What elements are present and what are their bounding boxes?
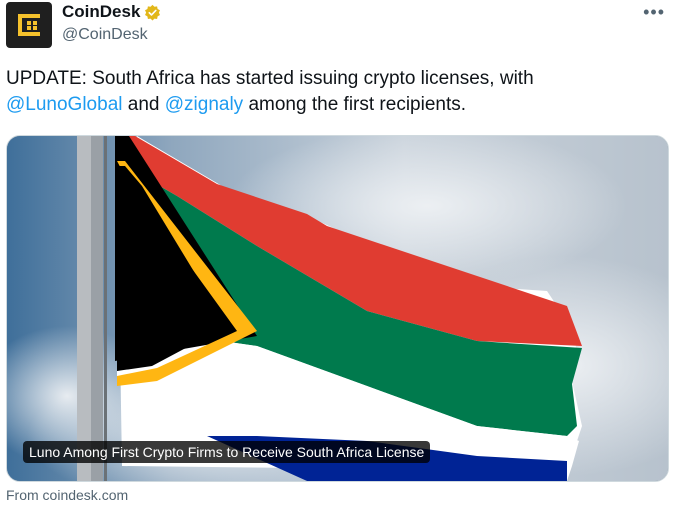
tweet-text: UPDATE: South Africa has started issuing…: [6, 66, 646, 118]
more-options-icon[interactable]: •••: [643, 2, 665, 23]
card-title: Luno Among First Crypto Firms to Receive…: [23, 441, 431, 463]
tweet-text-part2: among the first recipients.: [248, 94, 467, 115]
author-avatar[interactable]: [6, 2, 52, 48]
mention-zignaly[interactable]: @zignaly: [165, 94, 243, 115]
author-handle[interactable]: @CoinDesk: [62, 26, 148, 44]
tweet-text-part1: UPDATE: South Africa has started issuing…: [6, 68, 534, 89]
coindesk-logo-icon: [18, 14, 40, 36]
south-africa-flag-image: [7, 136, 668, 481]
card-source[interactable]: From coindesk.com: [6, 487, 128, 503]
author-name[interactable]: CoinDesk: [62, 2, 161, 22]
verified-badge-icon: [145, 4, 161, 20]
mention-lunoglobal[interactable]: @LunoGlobal: [6, 94, 122, 115]
author-name-text: CoinDesk: [62, 2, 141, 21]
tweet-text-and: and: [127, 94, 160, 115]
link-card[interactable]: Luno Among First Crypto Firms to Receive…: [6, 135, 669, 482]
